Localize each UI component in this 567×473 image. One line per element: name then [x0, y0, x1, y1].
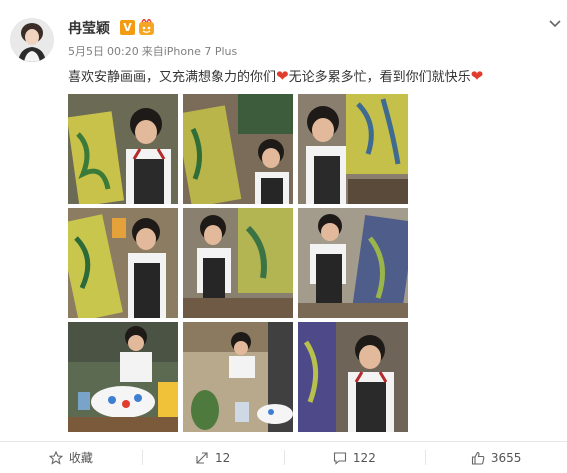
username[interactable]: 冉莹颖	[68, 18, 110, 38]
verified-badge[interactable]: V	[120, 20, 135, 35]
photo-9[interactable]	[298, 322, 408, 432]
photo-grid	[68, 94, 408, 432]
post-time[interactable]: 00:20	[107, 45, 139, 58]
comment-button[interactable]: 122	[283, 442, 426, 473]
photo-3[interactable]	[298, 94, 408, 204]
photo-8[interactable]	[183, 322, 293, 432]
repost-count: 12	[214, 450, 231, 465]
post-meta: 5月5日 00:20 来自iPhone 7 Plus	[68, 43, 240, 59]
heart-emoji-icon: ❤	[470, 67, 484, 85]
thumbs-up-icon	[471, 451, 485, 465]
photo-1[interactable]	[68, 94, 178, 204]
action-bar: 收藏 12 122 3655	[0, 442, 567, 473]
like-button[interactable]: 3655	[425, 442, 567, 473]
post-text-part-1: 喜欢安静画画，又充满想象力的你们	[68, 70, 277, 85]
photo-7[interactable]	[68, 322, 178, 432]
member-badge-icon[interactable]	[138, 17, 155, 36]
favorite-button[interactable]: 收藏	[0, 442, 142, 473]
repost-icon	[196, 451, 208, 464]
chevron-down-icon[interactable]	[548, 14, 562, 28]
post-text-part-2: 无论多累多忙，看到你们就快乐	[288, 70, 471, 85]
comment-icon	[333, 451, 346, 465]
favorite-label: 收藏	[68, 451, 93, 465]
heart-emoji-icon: ❤	[276, 67, 289, 85]
source-prefix: 来自	[141, 45, 164, 58]
photo-2[interactable]	[183, 94, 293, 204]
post-text: 喜欢安静画画，又充满想象力的你们❤无论多累多忙，看到你们就快乐❤	[68, 66, 484, 86]
photo-4[interactable]	[68, 208, 178, 318]
weibo-post: 冉莹颖 V 5月5日 00:20 来自iPhone 7 Plus 喜欢安静画画，又充…	[0, 0, 567, 473]
like-count: 3655	[490, 450, 522, 465]
repost-button[interactable]: 12	[141, 442, 284, 473]
post-source[interactable]: iPhone 7 Plus	[164, 45, 238, 58]
comment-count: 122	[352, 450, 376, 465]
post-date[interactable]: 5月5日	[68, 45, 104, 58]
photo-5[interactable]	[183, 208, 293, 318]
photo-6[interactable]	[298, 208, 408, 318]
avatar[interactable]	[10, 18, 54, 62]
star-icon	[48, 450, 63, 465]
